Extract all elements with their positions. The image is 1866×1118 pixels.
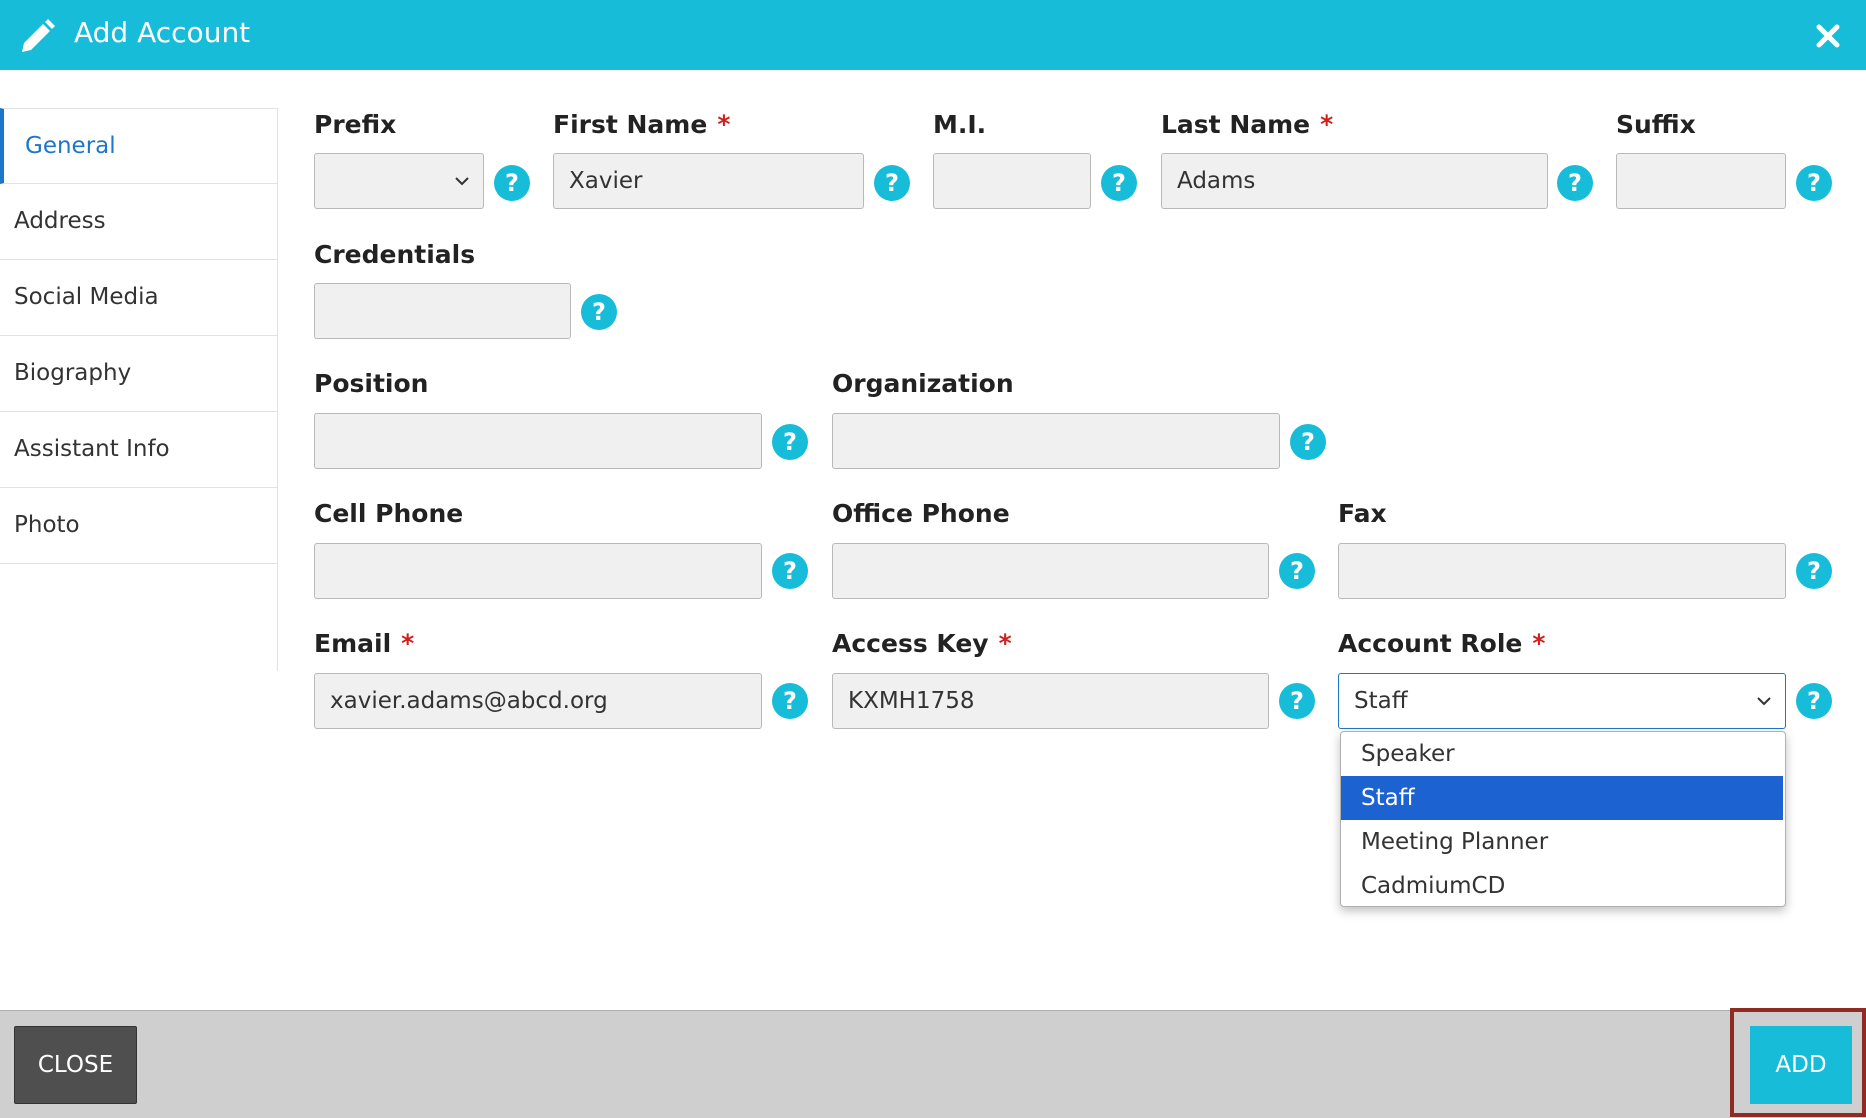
- role-option-speaker[interactable]: Speaker: [1341, 732, 1783, 776]
- position-help-icon[interactable]: ?: [772, 424, 808, 460]
- cell-phone-label: Cell Phone: [314, 499, 464, 528]
- last-name-help-icon[interactable]: ?: [1557, 165, 1593, 201]
- modal-footer: [0, 1010, 1866, 1118]
- organization-field[interactable]: [832, 413, 1280, 469]
- sidebar-item-photo[interactable]: Photo: [0, 488, 277, 564]
- account-role-select[interactable]: Staff: [1338, 673, 1786, 729]
- sidebar-item-label: General: [25, 133, 116, 159]
- close-icon[interactable]: [1814, 22, 1842, 50]
- mi-field[interactable]: [933, 153, 1091, 209]
- prefix-help-icon[interactable]: ?: [494, 165, 530, 201]
- last-name-field[interactable]: Adams: [1161, 153, 1548, 209]
- credentials-label: Credentials: [314, 240, 476, 269]
- position-label: Position: [314, 369, 429, 398]
- fax-label: Fax: [1338, 499, 1387, 528]
- first-name-help-icon[interactable]: ?: [874, 165, 910, 201]
- suffix-label: Suffix: [1616, 110, 1696, 139]
- account-role-help-icon[interactable]: ?: [1796, 683, 1832, 719]
- sidebar-nav: General Address Social Media Biography A…: [0, 108, 278, 671]
- credentials-help-icon[interactable]: ?: [581, 294, 617, 330]
- sidebar-item-assistant-info[interactable]: Assistant Info: [0, 412, 277, 488]
- office-phone-field[interactable]: [832, 543, 1269, 599]
- office-phone-label: Office Phone: [832, 499, 1010, 528]
- prefix-select[interactable]: [314, 153, 484, 209]
- pencil-icon: [22, 19, 55, 52]
- organization-help-icon[interactable]: ?: [1290, 424, 1326, 460]
- mi-label: M.I.: [933, 110, 987, 139]
- modal-header: Add Account: [0, 0, 1866, 70]
- sidebar-item-label: Assistant Info: [14, 436, 170, 462]
- position-field[interactable]: [314, 413, 762, 469]
- fax-field[interactable]: [1338, 543, 1786, 599]
- first-name-label: First Name *: [553, 110, 731, 139]
- organization-label: Organization: [832, 369, 1014, 398]
- prefix-label: Prefix: [314, 110, 397, 139]
- role-option-staff[interactable]: Staff: [1341, 776, 1783, 820]
- role-option-cadmiumcd[interactable]: CadmiumCD: [1341, 864, 1783, 908]
- suffix-help-icon[interactable]: ?: [1796, 165, 1832, 201]
- sidebar-item-address[interactable]: Address: [0, 184, 277, 260]
- email-label: Email *: [314, 629, 415, 658]
- first-name-field[interactable]: Xavier: [553, 153, 864, 209]
- sidebar-item-label: Social Media: [14, 284, 159, 310]
- sidebar-item-label: Biography: [14, 360, 132, 386]
- cell-phone-help-icon[interactable]: ?: [772, 553, 808, 589]
- sidebar-item-label: Photo: [14, 512, 80, 538]
- suffix-field[interactable]: [1616, 153, 1786, 209]
- modal-title: Add Account: [74, 16, 251, 49]
- credentials-field[interactable]: [314, 283, 571, 339]
- access-key-field[interactable]: KXMH1758: [832, 673, 1269, 729]
- chevron-down-icon: [1757, 697, 1771, 706]
- chevron-down-icon: [455, 177, 469, 186]
- close-button[interactable]: CLOSE: [14, 1026, 137, 1104]
- account-role-dropdown: Speaker Staff Meeting Planner CadmiumCD: [1340, 731, 1786, 907]
- fax-help-icon[interactable]: ?: [1796, 553, 1832, 589]
- access-key-help-icon[interactable]: ?: [1279, 683, 1315, 719]
- mi-help-icon[interactable]: ?: [1101, 165, 1137, 201]
- cell-phone-field[interactable]: [314, 543, 762, 599]
- add-button[interactable]: ADD: [1750, 1026, 1852, 1104]
- role-option-meeting-planner[interactable]: Meeting Planner: [1341, 820, 1783, 864]
- last-name-label: Last Name *: [1161, 110, 1334, 139]
- sidebar-item-label: Address: [14, 208, 106, 234]
- sidebar-item-social-media[interactable]: Social Media: [0, 260, 277, 336]
- access-key-label: Access Key *: [832, 629, 1012, 658]
- office-phone-help-icon[interactable]: ?: [1279, 553, 1315, 589]
- sidebar-item-biography[interactable]: Biography: [0, 336, 277, 412]
- sidebar-item-general[interactable]: General: [0, 108, 277, 184]
- email-help-icon[interactable]: ?: [772, 683, 808, 719]
- email-field[interactable]: xavier.adams@abcd.org: [314, 673, 762, 729]
- account-role-label: Account Role *: [1338, 629, 1546, 658]
